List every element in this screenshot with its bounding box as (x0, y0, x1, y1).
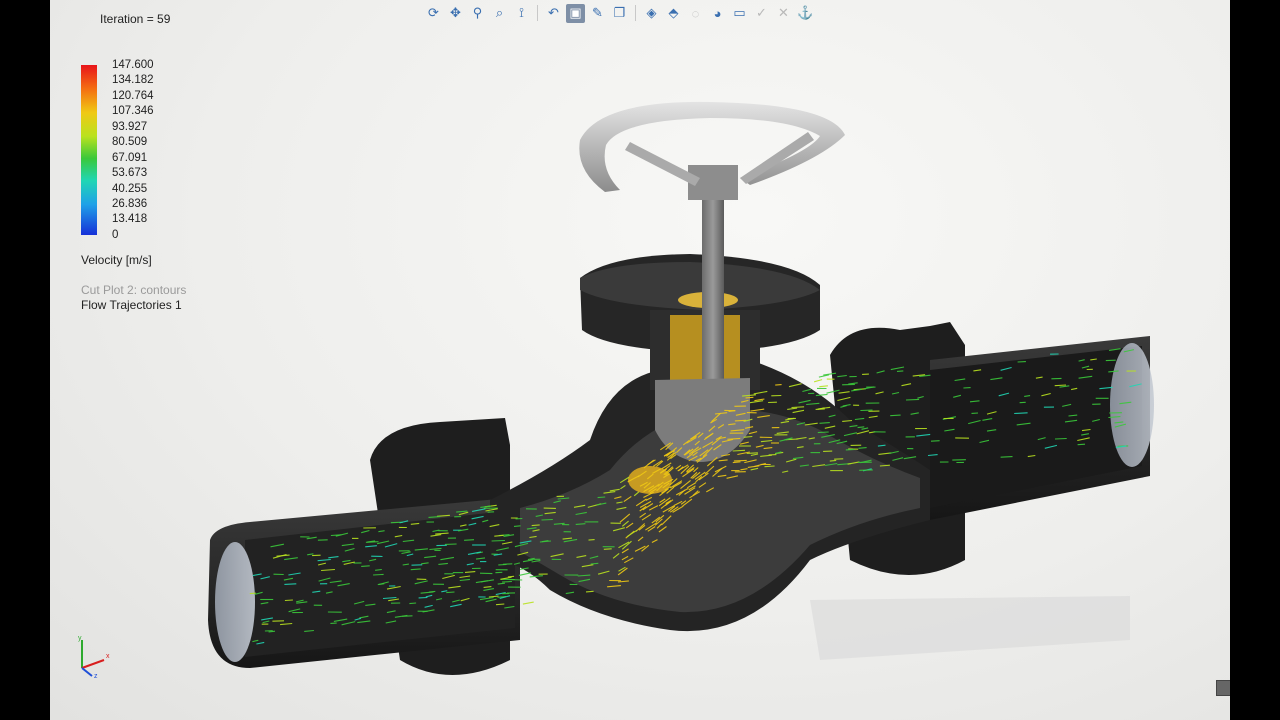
toolbar-separator (537, 5, 538, 21)
flow-streak (845, 448, 855, 451)
y-axis-label: y (78, 635, 82, 642)
legend-tick: 40.255 (112, 182, 148, 195)
hide-show-icon[interactable]: ❐ (610, 4, 629, 23)
cut-plot-label[interactable]: Cut Plot 2: contours (81, 283, 186, 297)
flow-streak (464, 539, 475, 541)
x-axis-line (81, 659, 105, 669)
display-manager-icon[interactable]: ▭ (730, 4, 749, 23)
flow-streak (409, 602, 417, 605)
rotate-icon[interactable]: ⟳ (424, 4, 443, 23)
legend-tick: 120.764 (112, 89, 154, 102)
legend-tick: 147.600 (112, 59, 154, 71)
legend-tick: 134.182 (112, 74, 154, 87)
flow-streak (531, 524, 540, 527)
flow-streak (890, 414, 901, 417)
flow-streak (1054, 384, 1067, 387)
legend-tick: 26.836 (112, 197, 148, 210)
iteration-counter: Iteration = 59 (100, 12, 171, 26)
flow-streak (361, 565, 370, 567)
legend-tick: 53.673 (112, 167, 148, 180)
flow-streak (585, 590, 594, 593)
flow-streak (1054, 437, 1067, 440)
flow-streak (817, 431, 829, 434)
flow-streak (590, 562, 599, 565)
flow-streak (446, 591, 455, 594)
edit-appearance-icon[interactable]: ◈ (642, 4, 661, 23)
view-orientation-icon[interactable]: ✎ (588, 4, 607, 23)
display-style-icon[interactable]: ▣ (566, 3, 585, 23)
flow-streak (732, 449, 746, 452)
legend-tick: 0 (112, 228, 119, 241)
reference-triad: y x z (78, 635, 110, 680)
toolbar-separator (635, 5, 636, 21)
flow-streak (764, 465, 775, 468)
flow-streak (373, 573, 384, 576)
flow-streak (930, 440, 940, 442)
check-icon[interactable]: ✓ (752, 4, 771, 23)
legend-tick: 80.509 (112, 136, 148, 149)
flow-streak (402, 615, 413, 617)
anchor-icon[interactable]: ⚓ (796, 4, 815, 23)
flow-streak (603, 548, 612, 550)
flow-streak (522, 601, 534, 605)
cross-icon[interactable]: ✕ (774, 4, 793, 23)
flow-streak (249, 592, 256, 595)
flow-streak (1000, 456, 1013, 458)
section-view-icon[interactable]: ⟟ (512, 4, 531, 23)
flow-streak (365, 541, 379, 543)
legend-tick-labels: 147.600 134.182 120.764 107.346 93.927 8… (112, 58, 202, 243)
z-axis-label: z (94, 673, 98, 680)
graphics-viewport[interactable]: Iteration = 59 ⟳ ✥ ⚲ ⌕ ⟟ ↶ ▣ ✎ ❐ ◈ ⬘ ◌ ◕… (50, 0, 1230, 720)
flow-streak (518, 572, 532, 576)
flow-streak (905, 398, 920, 401)
flow-streak (501, 580, 512, 583)
flow-streak (284, 583, 297, 585)
flow-streak (745, 396, 754, 399)
flow-streak (495, 603, 505, 606)
flow-streak (775, 384, 782, 386)
flow-streak (829, 459, 837, 462)
flow-streak (1077, 443, 1086, 446)
flow-streak (1014, 412, 1028, 415)
legend-unit-label: Velocity [m/s] (81, 253, 152, 267)
heads-up-view-toolbar: ⟳ ✥ ⚲ ⌕ ⟟ ↶ ▣ ✎ ❐ ◈ ⬘ ◌ ◕ ▭ ✓ ✕ ⚓ (424, 2, 815, 24)
flow-trajectories-label[interactable]: Flow Trajectories 1 (81, 298, 182, 312)
flow-streak (491, 539, 505, 542)
legend-tick: 13.418 (112, 213, 148, 226)
view-settings-icon[interactable]: ◌ (686, 4, 705, 23)
flow-streak (284, 599, 293, 602)
flow-streak (819, 422, 830, 424)
flow-streak (588, 539, 595, 541)
x-axis-label: x (106, 653, 110, 660)
flow-streak (746, 452, 758, 454)
flow-streak (733, 459, 747, 462)
flow-streak (813, 379, 823, 383)
legend-tick: 107.346 (112, 105, 154, 118)
apply-scene-icon[interactable]: ⬘ (664, 4, 683, 23)
legend-tick: 93.927 (112, 120, 148, 133)
zoom-icon[interactable]: ⚲ (468, 4, 487, 23)
render-icon[interactable]: ◕ (708, 4, 727, 23)
flow-streak (791, 406, 805, 409)
flow-streak (597, 496, 606, 499)
z-axis-line (81, 667, 93, 677)
valve-model-scene (208, 101, 1154, 675)
flow-streak (819, 385, 828, 388)
flow-streak (575, 523, 586, 525)
pan-icon[interactable]: ✥ (446, 4, 465, 23)
zoom-area-icon[interactable]: ⌕ (490, 4, 509, 23)
legend-tick: 67.091 (112, 151, 148, 164)
flow-streak (858, 447, 867, 449)
flow-streak (541, 518, 553, 521)
resize-handle[interactable] (1216, 680, 1230, 696)
flow-streak (513, 525, 521, 527)
previous-view-icon[interactable]: ↶ (544, 4, 563, 23)
legend-color-bar (81, 65, 97, 235)
flow-streak (896, 370, 904, 372)
